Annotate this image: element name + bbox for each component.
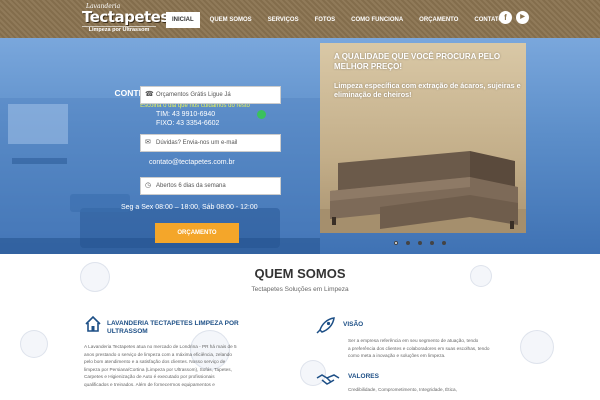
slider-dots [394, 241, 454, 245]
section-title: QUEM SOMOS [254, 266, 346, 281]
logo-sub-text: Limpeza por Ultrassom [82, 26, 156, 34]
quote-field-label: Orçamentos Grátis Ligue Já [156, 92, 231, 98]
company-text-line: A Lavanderia Tectapetes atua no mercado … [84, 344, 237, 349]
vision-text-line: a preferência dos clientes e colaborador… [348, 345, 490, 351]
company-text: A Lavanderia Tectapetes atua no mercado … [84, 343, 237, 389]
nav-item-quem-somos[interactable]: QUEM SOMOS [204, 12, 258, 28]
vision-text-line: Ser a empresa referência em seu segmento… [348, 338, 479, 343]
days-field-label: Abertos 6 dias da semana [156, 183, 226, 189]
slide-text: Limpeza específica com extração de ácaro… [334, 81, 521, 99]
logo-main-text: Tectapetes [82, 8, 169, 26]
values-text-line: Credibilidade, Comprometimento, Integrid… [348, 387, 457, 392]
quote-field[interactable]: ☎ Orçamentos Grátis Ligue Já [140, 86, 281, 104]
company-heading: LAVANDERIA TECTAPETES LIMPEZA POR ULTRAS… [107, 320, 239, 336]
orcamento-button[interactable]: ORÇAMENTO [155, 223, 239, 243]
nav-item-como-funciona[interactable]: COMO FUNCIONA [345, 12, 409, 28]
email-question-field[interactable]: ✉ Dúvidas? Envia-nos um e-mail [140, 134, 281, 152]
slide-headline: A QUALIDADE QUE VOCÊ PROCURA PELO MELHOR… [334, 52, 501, 71]
company-heading-line-2: ULTRASSOM [107, 328, 148, 335]
company-text-line: limpeza por Persiana/Cortina (Limpeza po… [84, 366, 232, 372]
clock-icon: ◷ [145, 182, 152, 189]
opening-days-field[interactable]: ◷ Abertos 6 dias da semana [140, 177, 281, 195]
phone-fixo: FIXO: 43 3354-6602 [156, 120, 220, 127]
company-text-line: anos prestando o serviço de limpeza com … [84, 351, 232, 357]
handshake-icon [316, 374, 340, 385]
whatsapp-icon[interactable] [257, 110, 266, 119]
decor-bubble [20, 330, 48, 358]
vision-heading: VISÃO [343, 321, 364, 328]
vision-text-line: como meta a inovação e soluções em limpe… [348, 353, 446, 359]
slider-dot-4[interactable] [430, 241, 434, 245]
email-address[interactable]: contato@tectapetes.com.br [149, 159, 235, 166]
slider-dot-2[interactable] [406, 241, 410, 245]
home-icon [85, 315, 101, 332]
envelope-icon: ✉ [145, 139, 151, 146]
facebook-icon[interactable]: f [499, 11, 512, 24]
company-text-line: qualificados e treinados. Além de fornec… [84, 381, 215, 387]
rocket-icon [316, 317, 335, 334]
company-text-line: Carpetes e Higienização de Auto é execut… [84, 374, 215, 380]
site-header: Lavanderia Tectapetes Limpeza por Ultras… [0, 0, 600, 38]
values-heading: VALORES [348, 373, 379, 380]
email-field-label: Dúvidas? Envia-nos um e-mail [156, 140, 238, 146]
nav-item-orcamento[interactable]: ORÇAMENTO [413, 12, 464, 28]
nav-item-fotos[interactable]: FOTOS [309, 12, 342, 28]
vision-text: Ser a empresa referência em seu segmento… [348, 337, 490, 360]
nav-item-inicial[interactable]: INICIAL [166, 12, 200, 28]
section-subtitle: Tectapetes Soluções em Limpeza [251, 286, 349, 293]
company-text-line: pelo bom atendimento e a satisfação dos … [84, 359, 226, 365]
decor-bubble [520, 330, 554, 364]
site-logo[interactable]: Lavanderia Tectapetes Limpeza por Ultras… [82, 3, 169, 35]
sofa-image [320, 151, 526, 233]
slider-dot-3[interactable] [418, 241, 422, 245]
nav-item-servicos[interactable]: SERVIÇOS [262, 12, 305, 28]
phone-tim: TIM: 43 9910-6940 [156, 111, 216, 118]
phone-icon: ☎ [145, 91, 154, 98]
slider-dot-5[interactable] [442, 241, 446, 245]
main-nav: INICIAL QUEM SOMOS SERVIÇOS FOTOS COMO F… [166, 12, 513, 28]
values-text: Credibilidade, Comprometimento, Integrid… [348, 386, 457, 394]
opening-hours: Seg a Sex 08:00 – 18:00, Sáb 08:00 - 12:… [121, 204, 258, 211]
promo-slide[interactable]: A QUALIDADE QUE VOCÊ PROCURA PELO MELHOR… [320, 43, 526, 233]
company-heading-line-1: LAVANDERIA TECTAPETES LIMPEZA POR [107, 320, 239, 327]
youtube-icon[interactable]: ▶ [516, 11, 529, 24]
slider-dot-1[interactable] [394, 241, 398, 245]
